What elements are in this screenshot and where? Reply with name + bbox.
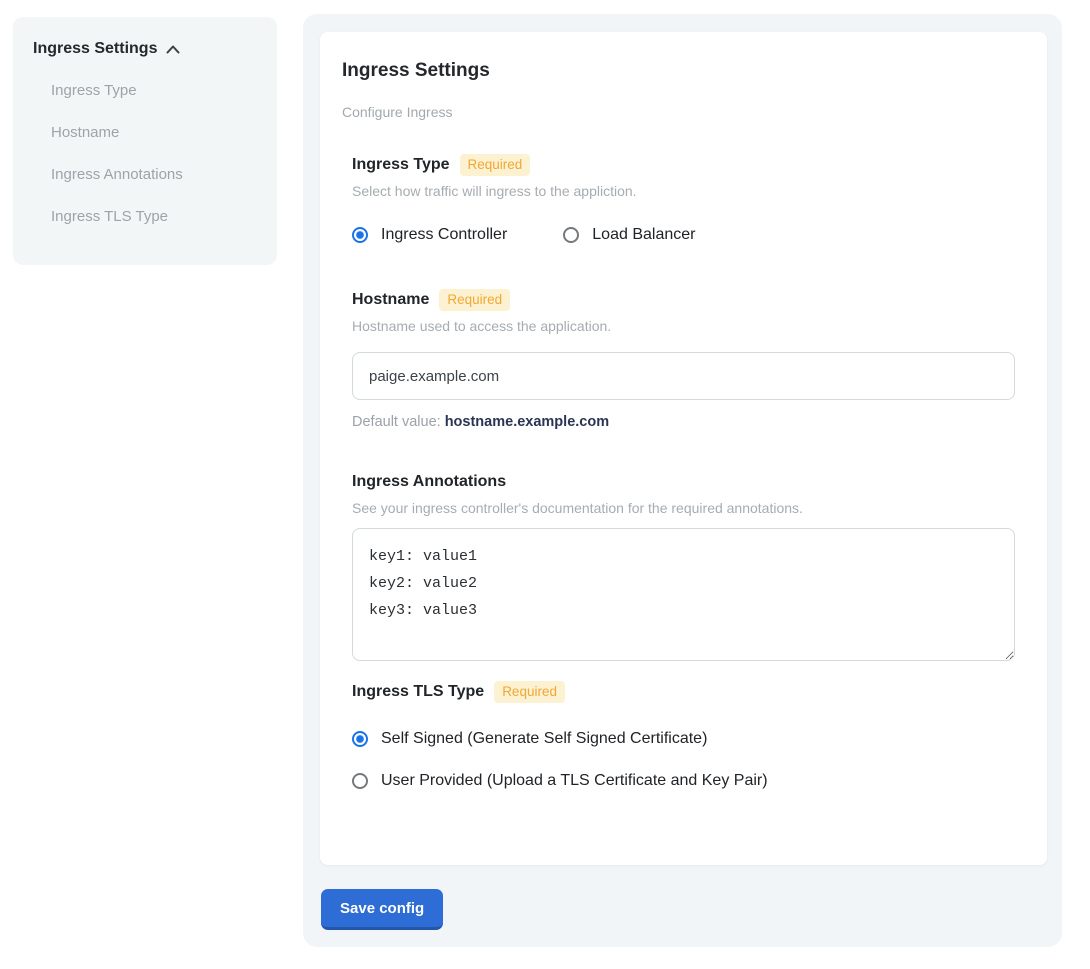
radio-label: User Provided (Upload a TLS Certificate … [381, 771, 768, 791]
user-provided-radio[interactable] [352, 773, 368, 789]
page-subtitle: Configure Ingress [342, 104, 1025, 120]
default-value-label: Default value: [352, 414, 445, 430]
section-ingress-type: Ingress Type Required Select how traffic… [352, 154, 1025, 245]
ingress-annotations-label: Ingress Annotations [352, 473, 506, 491]
ingress-annotations-textarea[interactable]: key1: value1 key2: value2 key3: value3 [352, 528, 1015, 661]
radio-option-user-provided[interactable]: User Provided (Upload a TLS Certificate … [352, 771, 1025, 791]
ingress-settings-form: Ingress Type Required Select how traffic… [352, 154, 1025, 791]
radio-option-ingress-controller[interactable]: Ingress Controller [352, 225, 507, 245]
ingress-annotations-description: See your ingress controller's documentat… [352, 500, 1025, 516]
ingress-type-label: Ingress Type [352, 156, 450, 174]
sidebar-item-hostname[interactable]: Hostname [51, 125, 257, 141]
sidebar-section-title: Ingress Settings [33, 40, 157, 58]
ingress-type-description: Select how traffic will ingress to the a… [352, 183, 1025, 199]
ingress-settings-card: Ingress Settings Configure Ingress Ingre… [320, 32, 1047, 865]
section-ingress-tls-type: Ingress TLS Type Required Self Signed (G… [352, 681, 1025, 791]
chevron-up-icon [166, 45, 180, 54]
ingress-tls-type-label: Ingress TLS Type [352, 683, 484, 701]
radio-label: Self Signed (Generate Self Signed Certif… [381, 729, 707, 749]
sidebar-section-toggle[interactable]: Ingress Settings [33, 40, 257, 58]
settings-sidebar: Ingress Settings Ingress Type Hostname I… [13, 17, 277, 265]
sidebar-items: Ingress Type Hostname Ingress Annotation… [51, 83, 257, 225]
sidebar-item-ingress-type[interactable]: Ingress Type [51, 83, 257, 99]
self-signed-radio[interactable] [352, 731, 368, 747]
load-balancer-radio[interactable] [563, 227, 579, 243]
ingress-type-radio-group: Ingress Controller Load Balancer [352, 225, 1025, 245]
radio-label: Load Balancer [592, 225, 695, 245]
hostname-label: Hostname [352, 291, 429, 309]
settings-panel: Ingress Settings Configure Ingress Ingre… [303, 14, 1062, 947]
default-value-text: hostname.example.com [445, 414, 609, 430]
hostname-input[interactable] [352, 352, 1015, 400]
ingress-controller-radio[interactable] [352, 227, 368, 243]
radio-option-load-balancer[interactable]: Load Balancer [563, 225, 695, 245]
save-config-button[interactable]: Save config [321, 889, 443, 930]
required-badge: Required [460, 154, 531, 176]
hostname-description: Hostname used to access the application. [352, 318, 1025, 334]
section-hostname: Hostname Required Hostname used to acces… [352, 289, 1025, 431]
section-ingress-annotations: Ingress Annotations See your ingress con… [352, 471, 1025, 661]
radio-label: Ingress Controller [381, 225, 507, 245]
required-badge: Required [439, 289, 510, 311]
hostname-default-line: Default value: hostname.example.com [352, 414, 1025, 431]
required-badge: Required [494, 681, 565, 703]
page-title: Ingress Settings [342, 60, 1025, 82]
sidebar-item-ingress-tls-type[interactable]: Ingress TLS Type [51, 209, 257, 225]
radio-option-self-signed[interactable]: Self Signed (Generate Self Signed Certif… [352, 729, 1025, 749]
sidebar-item-ingress-annotations[interactable]: Ingress Annotations [51, 167, 257, 183]
